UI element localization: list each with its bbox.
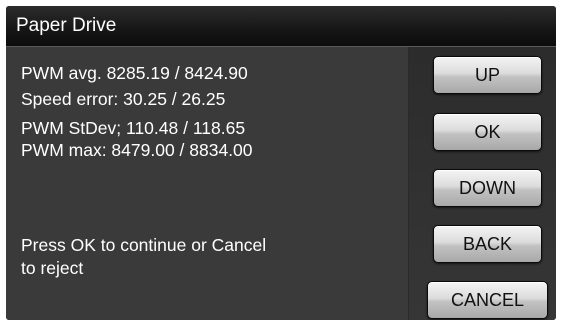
title-bar: Paper Drive [6,6,556,47]
instruction-line-1: Press OK to continue or Cancel [21,235,267,255]
instruction-line-2: to reject [21,258,84,278]
paper-drive-dialog: Paper Drive PWM avg. 8285.19 / 8424.90 S… [6,6,556,320]
pwm-max-reading: PWM max: 8479.00 / 8834.00 [21,140,253,160]
speed-error-reading: Speed error: 30.25 / 26.25 [21,89,226,109]
down-button[interactable]: DOWN [433,169,542,207]
back-button[interactable]: BACK [433,225,542,263]
pwm-avg-reading: PWM avg. 8285.19 / 8424.90 [21,63,248,83]
ok-button[interactable]: OK [433,113,542,151]
up-button[interactable]: UP [433,56,542,94]
pwm-stdev-reading: PWM StDev; 110.48 / 118.65 [21,118,246,138]
cancel-button[interactable]: CANCEL [427,281,548,319]
page-title: Paper Drive [16,15,117,36]
readings-panel: PWM avg. 8285.19 / 8424.90 Speed error: … [6,47,408,320]
